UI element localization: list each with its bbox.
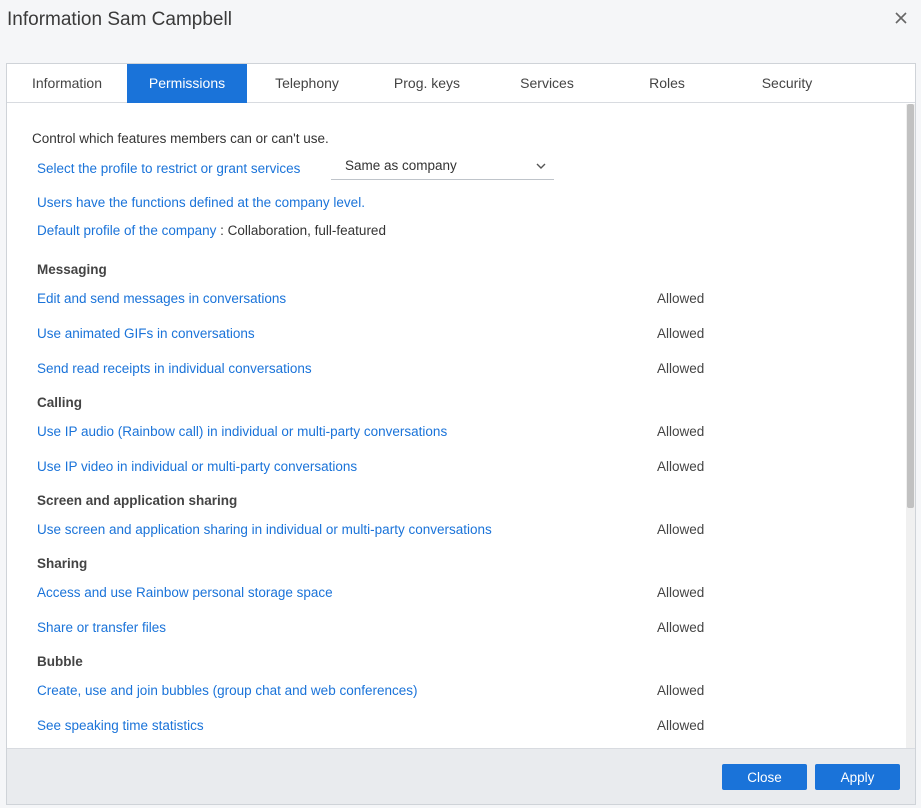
permission-status: Allowed (657, 683, 705, 698)
close-button[interactable]: Close (722, 764, 807, 790)
permission-status: Allowed (657, 718, 705, 733)
default-profile-link[interactable]: Default profile of the company (37, 223, 216, 238)
permission-row: See speaking time statistics Allowed (37, 718, 897, 733)
tab-information[interactable]: Information (7, 64, 127, 103)
section-title-sharing: Sharing (37, 556, 88, 571)
tab-permissions[interactable]: Permissions (127, 64, 247, 103)
section-title-screen-sharing: Screen and application sharing (37, 493, 238, 508)
tab-bar: Information Permissions Telephony Prog. … (7, 64, 915, 103)
permission-status: Allowed (657, 620, 705, 635)
permission-status: Allowed (657, 326, 705, 341)
permission-label[interactable]: See speaking time statistics (37, 718, 204, 733)
section-title-calling: Calling (37, 395, 83, 410)
tab-roles[interactable]: Roles (607, 64, 727, 103)
scrollbar-thumb[interactable] (907, 104, 914, 508)
permissions-content: Control which features members can or ca… (7, 104, 906, 748)
permission-status: Allowed (657, 459, 705, 474)
permission-label[interactable]: Send read receipts in individual convers… (37, 361, 312, 376)
dialog-panel: Information Permissions Telephony Prog. … (6, 63, 916, 805)
permission-row: Use screen and application sharing in in… (37, 522, 897, 537)
permission-label[interactable]: Use IP video in individual or multi-part… (37, 459, 357, 474)
dialog-footer: Close Apply (7, 748, 915, 804)
profile-row: Select the profile to restrict or grant … (37, 152, 554, 180)
permission-row: Use IP audio (Rainbow call) in individua… (37, 424, 897, 439)
permission-row: Send read receipts in individual convers… (37, 361, 897, 376)
tab-telephony[interactable]: Telephony (247, 64, 367, 103)
dialog-title: Information Sam Campbell (7, 9, 232, 30)
profile-select-value: Same as company (345, 158, 457, 173)
tab-prog-keys[interactable]: Prog. keys (367, 64, 487, 103)
apply-button[interactable]: Apply (815, 764, 900, 790)
permission-label[interactable]: Access and use Rainbow personal storage … (37, 585, 333, 600)
permission-label[interactable]: Use screen and application sharing in in… (37, 522, 492, 537)
permission-status: Allowed (657, 424, 705, 439)
permission-row: Access and use Rainbow personal storage … (37, 585, 897, 600)
content-scrollbar[interactable] (906, 104, 915, 748)
permission-label[interactable]: Create, use and join bubbles (group chat… (37, 683, 418, 698)
permission-status: Allowed (657, 361, 705, 376)
permission-label[interactable]: Edit and send messages in conversations (37, 291, 286, 306)
permission-row: Share or transfer files Allowed (37, 620, 897, 635)
chevron-down-icon (536, 163, 546, 169)
permission-row: Create, use and join bubbles (group chat… (37, 683, 897, 698)
permission-status: Allowed (657, 291, 705, 306)
close-icon[interactable] (891, 8, 911, 28)
permission-label[interactable]: Use animated GIFs in conversations (37, 326, 255, 341)
permission-label[interactable]: Share or transfer files (37, 620, 166, 635)
tab-services[interactable]: Services (487, 64, 607, 103)
profile-select[interactable]: Same as company (331, 152, 554, 180)
permission-label[interactable]: Use IP audio (Rainbow call) in individua… (37, 424, 447, 439)
section-title-messaging: Messaging (37, 262, 107, 277)
section-title-bubble: Bubble (37, 654, 83, 669)
permission-row: Edit and send messages in conversations … (37, 291, 897, 306)
tab-security[interactable]: Security (727, 64, 847, 103)
permission-row: Use IP video in individual or multi-part… (37, 459, 897, 474)
profile-label: Select the profile to restrict or grant … (37, 161, 301, 176)
permission-row: Use animated GIFs in conversations Allow… (37, 326, 897, 341)
default-profile-value: : Collaboration, full-featured (216, 223, 386, 238)
permissions-intro: Control which features members can or ca… (32, 131, 329, 146)
permission-status: Allowed (657, 522, 705, 537)
company-level-notice[interactable]: Users have the functions defined at the … (37, 195, 365, 210)
permission-status: Allowed (657, 585, 705, 600)
default-profile-row: Default profile of the company : Collabo… (37, 223, 386, 238)
